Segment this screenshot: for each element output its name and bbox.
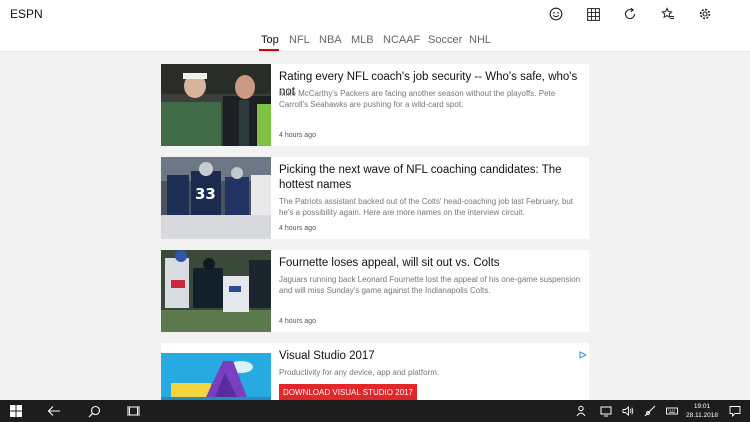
tab-soccer[interactable]: Soccer: [428, 34, 462, 46]
people-icon[interactable]: [574, 403, 590, 419]
tab-top[interactable]: Top: [261, 34, 279, 46]
back-arrow-icon[interactable]: [46, 403, 62, 419]
gear-icon[interactable]: [697, 6, 713, 22]
app-title: ESPN: [10, 7, 43, 21]
title-bar: ESPN: [0, 0, 750, 28]
ad-description: Productivity for any device, app and pla…: [279, 368, 440, 377]
article-image: [161, 64, 271, 146]
article-description: The Patriots assistant backed out of the…: [279, 197, 573, 217]
category-tabs: Top NFL NBA MLB NCAAF Soccer NHL: [0, 28, 750, 52]
search-icon[interactable]: [86, 403, 102, 419]
tab-nfl[interactable]: NFL: [289, 34, 310, 46]
tab-ncaaf[interactable]: NCAAF: [383, 34, 420, 46]
refresh-icon[interactable]: [622, 6, 638, 22]
display-icon[interactable]: [598, 403, 614, 419]
article-title[interactable]: Picking the next wave of NFL coaching ca…: [279, 163, 585, 193]
adchoices-icon[interactable]: [579, 346, 588, 359]
system-clock[interactable]: 19:01 28.11.2018: [684, 402, 720, 420]
active-tab-indicator: [259, 49, 279, 51]
article-description: Mike McCarthy's Packers are facing anoth…: [279, 89, 556, 109]
article-title[interactable]: Fournette loses appeal, will sit out vs.…: [279, 256, 585, 271]
tab-nba[interactable]: NBA: [319, 34, 342, 46]
ad-image: [161, 353, 271, 400]
article-image: [161, 250, 271, 332]
taskbar: 19:01 28.11.2018: [0, 400, 750, 422]
notification-icon[interactable]: [727, 403, 743, 419]
keyboard-icon[interactable]: [664, 403, 680, 419]
article-image: 33: [161, 157, 271, 239]
article-card[interactable]: Rating every NFL coach's job security --…: [161, 64, 589, 146]
smiley-icon[interactable]: [548, 6, 564, 22]
clock-time: 19:01: [693, 403, 711, 410]
svg-text:33: 33: [195, 185, 216, 203]
download-button[interactable]: DOWNLOAD VISUAL STUDIO 2017: [279, 384, 417, 400]
article-card[interactable]: Fournette loses appeal, will sit out vs.…: [161, 250, 589, 332]
article-card[interactable]: 33 Picking the next wave of NFL coaching…: [161, 157, 589, 239]
tab-mlb[interactable]: MLB: [351, 34, 374, 46]
task-view-icon[interactable]: [125, 403, 141, 419]
news-feed[interactable]: Rating every NFL coach's job security --…: [0, 53, 750, 400]
clock-date: 28.11.2018: [685, 412, 719, 419]
ad-card[interactable]: Visual Studio 2017 Productivity for any …: [161, 343, 589, 400]
ad-title[interactable]: Visual Studio 2017: [279, 350, 375, 362]
article-timestamp: 4 hours ago: [279, 318, 316, 325]
article-timestamp: 4 hours ago: [279, 225, 316, 232]
grid-icon[interactable]: [585, 6, 601, 22]
tab-nhl[interactable]: NHL: [469, 34, 491, 46]
volume-icon[interactable]: [620, 403, 636, 419]
article-description: Jaguars running back Leonard Fournette l…: [279, 275, 581, 295]
windows-start-icon[interactable]: [8, 403, 24, 419]
article-timestamp: 4 hours ago: [279, 132, 316, 139]
favorites-icon[interactable]: [660, 6, 676, 22]
network-icon[interactable]: [642, 403, 658, 419]
